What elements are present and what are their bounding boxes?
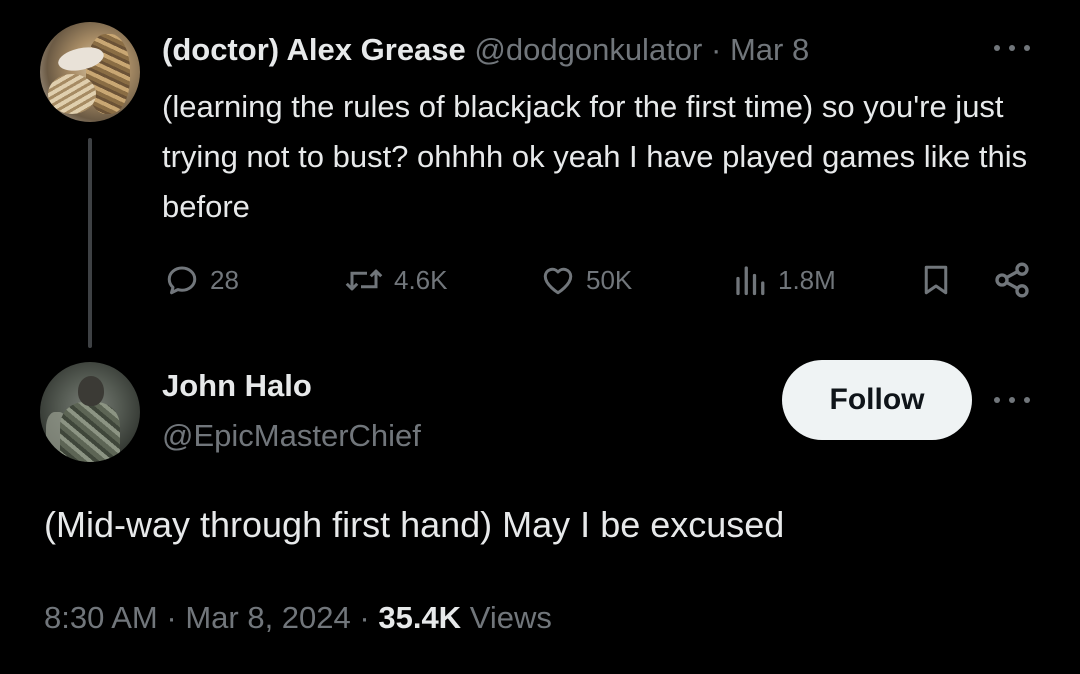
like-count: 50K — [586, 264, 633, 295]
repost-count: 4.6K — [394, 264, 448, 295]
parent-separator: · — [711, 32, 722, 67]
thread-connector-line — [88, 138, 92, 348]
parent-tweet-text: (learning the rules of blackjack for the… — [162, 89, 1028, 224]
reply-tweet-text: (Mid-way through first hand) May I be ex… — [44, 504, 785, 545]
like-icon — [543, 267, 573, 295]
views-button[interactable]: 1.8M — [732, 258, 836, 302]
views-icon — [736, 266, 765, 296]
share-icon — [995, 262, 1029, 298]
like-button[interactable]: 50K — [540, 258, 632, 302]
reply-meta-line: 8:30 AM · Mar 8, 2024 · 35.4K Views — [44, 596, 552, 640]
reply-more-icon[interactable] — [994, 394, 1030, 406]
reply-avatar[interactable] — [40, 362, 140, 462]
reply-count: 28 — [210, 264, 239, 295]
bookmark-icon — [924, 265, 948, 295]
follow-button[interactable]: Follow — [782, 360, 972, 440]
reply-views-count: 35.4K — [378, 600, 462, 635]
reply-display-name[interactable]: John Halo — [162, 364, 312, 408]
bookmark-button[interactable] — [918, 258, 954, 302]
views-count: 1.8M — [778, 264, 836, 295]
reply-separator-2: · — [359, 600, 370, 635]
parent-more-icon[interactable] — [994, 42, 1030, 54]
reply-views-label[interactable]: Views — [470, 600, 552, 635]
parent-tweet-header: (doctor) Alex Grease @dodgonkulator · Ma… — [162, 28, 809, 72]
reply-separator-1: · — [166, 600, 177, 635]
parent-display-name[interactable]: (doctor) Alex Grease — [162, 32, 466, 67]
parent-handle[interactable]: @dodgonkulator — [474, 32, 702, 67]
reply-icon — [167, 266, 197, 295]
reply-date[interactable]: Mar 8, 2024 — [185, 600, 350, 635]
reply-button[interactable]: 28 — [164, 258, 239, 302]
parent-date[interactable]: Mar 8 — [730, 32, 809, 67]
reply-handle[interactable]: @EpicMasterChief — [162, 414, 421, 458]
parent-avatar[interactable] — [40, 22, 140, 122]
share-button[interactable] — [992, 258, 1032, 302]
reply-time[interactable]: 8:30 AM — [44, 600, 158, 635]
repost-icon — [345, 269, 383, 291]
repost-button[interactable]: 4.6K — [344, 258, 448, 302]
